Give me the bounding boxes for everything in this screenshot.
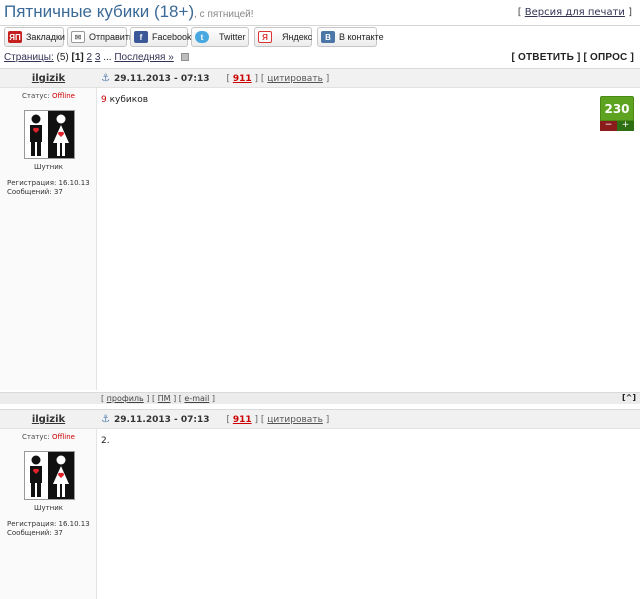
share-facebook-button[interactable]: f Facebook [130,27,192,47]
rating-minus-button[interactable]: − [600,121,617,131]
author-status: Статус: Offline [22,433,75,441]
post-meta: ⚓ 29.11.2013 - 07:13 [ 911 ] [ цитировать… [101,73,330,84]
author-rank: Шутник [33,163,64,171]
avatar-image [25,111,74,158]
topic-actions: [ ОТВЕТИТЬ ] [ ОПРОС ] [511,52,634,63]
post-date: 29.11.2013 - 07:13 [113,415,210,425]
page-link-last[interactable]: Последняя » [114,52,173,63]
email-link[interactable]: e-mail [184,394,209,403]
post-footer: [ профиль ] [ ПМ ] [ e-mail ] [^] [0,392,640,404]
post: ilgizik ⚓ 29.11.2013 - 07:13 [ 911 ] [ ци… [0,409,640,599]
quote-link[interactable]: цитировать [267,415,323,425]
post-body: 2. [101,436,110,446]
author-info: Статус: Offline Шутник Регистрация: 16.1… [0,429,97,599]
pages-label[interactable]: Страницы: [4,52,54,63]
post-header: ilgizik ⚓ 29.11.2013 - 07:13 [ 911 ] [ ци… [0,68,640,88]
post-footer-links: [ профиль ] [ ПМ ] [ e-mail ] [101,394,216,403]
vkontakte-icon: B [321,31,335,43]
avatar-image [25,452,74,499]
yap-bookmarks-icon: ЯП [8,31,22,43]
anchor-icon[interactable]: ⚓ [101,414,110,425]
topic-subtitle: , с пятницей! [194,9,254,20]
share-twitter-button[interactable]: t Twitter [191,27,249,47]
author-status: Статус: Offline [22,92,75,100]
share-bookmarks-button[interactable]: ЯП Закладки [4,27,65,47]
post-rating: 230 − + [600,96,634,132]
post-author[interactable]: ilgizik [0,414,97,425]
author-stats: Регистрация: 16.10.13 Сообщений: 37 [7,179,90,196]
share-bar: ЯП Закладки ✉ Отправить f Facebook t Twi… [0,26,640,50]
author-rank: Шутник [33,504,64,512]
reply-button[interactable]: [ ОТВЕТИТЬ ] [511,52,580,63]
profile-link[interactable]: профиль [107,394,144,403]
pagination-row: Страницы: (5) [1] 2 3 ... Последняя » [ … [0,51,640,66]
facebook-icon: f [134,31,148,43]
rating-plus-button[interactable]: + [617,121,634,131]
pages-total: (5) [56,52,69,63]
avatar[interactable] [24,451,75,500]
post: ilgizik ⚓ 29.11.2013 - 07:13 [ 911 ] [ ци… [0,68,640,406]
topic-header: Пятничные кубики (18+), с пятницей! [ Ве… [0,0,640,26]
back-to-top-button[interactable]: [^] [622,393,636,402]
topic-title: Пятничные кубики (18+), с пятницей! [4,2,254,22]
post-body: 9 кубиков [101,95,149,105]
page-link-2[interactable]: 2 [87,52,93,63]
share-vkontakte-button[interactable]: B В контакте [317,27,384,47]
post-meta: ⚓ 29.11.2013 - 07:13 [ 911 ] [ цитировать… [101,414,330,425]
author-info: Статус: Offline Шутник Регистрация: 16.1… [0,88,97,390]
share-send-button[interactable]: ✉ Отправить [67,27,134,47]
author-stats: Регистрация: 16.10.13 Сообщений: 37 [7,520,90,537]
post-header: ilgizik ⚓ 29.11.2013 - 07:13 [ 911 ] [ ци… [0,409,640,429]
post-author[interactable]: ilgizik [0,73,97,84]
yandex-icon: Я [258,31,272,43]
page-current: [1] [71,52,84,63]
post-date: 29.11.2013 - 07:13 [113,74,210,84]
post-number-link[interactable]: 911 [233,74,252,84]
pages-ellipsis: ... [103,52,112,63]
envelope-icon: ✉ [71,31,85,43]
pagination: Страницы: (5) [1] 2 3 ... Последняя » [4,52,189,63]
pm-link[interactable]: ПМ [158,394,171,403]
share-yandex-button[interactable]: Я Яндекс [254,27,312,47]
topic-title-text: Пятничные кубики (18+) [4,2,195,21]
page-link-3[interactable]: 3 [95,52,101,63]
anchor-icon[interactable]: ⚓ [101,73,110,84]
twitter-icon: t [195,31,209,43]
quote-link[interactable]: цитировать [267,74,323,84]
poll-button[interactable]: [ ОПРОС ] [583,52,634,63]
page-jump-icon[interactable] [180,53,189,61]
print-version: [ Версия для печати ] [517,7,632,18]
post-number-link[interactable]: 911 [233,415,252,425]
print-version-link[interactable]: Версия для печати [525,7,625,18]
avatar[interactable] [24,110,75,159]
rating-score: 230 [600,96,634,121]
